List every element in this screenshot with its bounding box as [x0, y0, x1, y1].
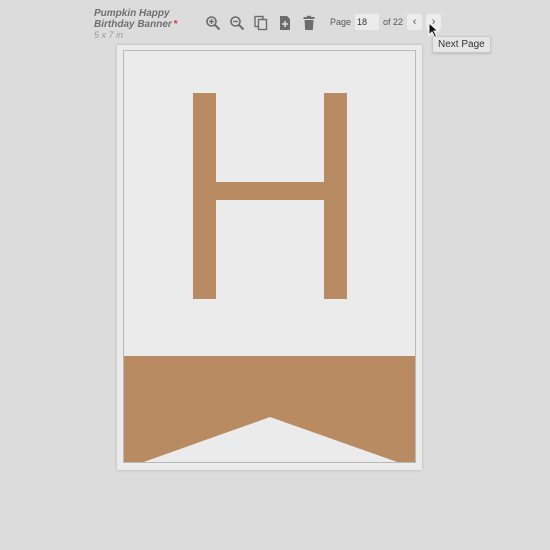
document-title-text: Pumpkin Happy Birthday Banner	[94, 8, 172, 30]
add-page-button[interactable]	[274, 12, 296, 34]
next-page-tooltip: Next Page	[432, 36, 491, 53]
duplicate-icon	[254, 15, 268, 31]
banner-pennant-tail	[124, 356, 415, 462]
unsaved-indicator: *	[173, 19, 178, 30]
trash-icon	[303, 15, 315, 30]
editor-root: Pumpkin Happy Birthday Banner* 5 x 7 in	[0, 0, 550, 550]
banner-page[interactable]: H	[117, 45, 422, 470]
document-size: 5 x 7 in	[94, 30, 124, 40]
delete-page-button[interactable]	[298, 12, 320, 34]
zoom-out-icon	[230, 16, 245, 31]
page-navigator: Page of 22 ‹ ›	[330, 13, 442, 31]
letter-left-stem	[193, 93, 216, 299]
chevron-left-icon: ‹	[412, 16, 417, 28]
zoom-out-button[interactable]	[226, 12, 248, 34]
banner-artwork[interactable]: H	[124, 51, 416, 463]
document-info: Pumpkin Happy Birthday Banner * 5 x 7 in	[94, 8, 194, 41]
add-page-icon	[280, 16, 290, 30]
document-title[interactable]: Pumpkin Happy Birthday Banner *	[94, 8, 194, 30]
page-trim-border: H	[123, 50, 416, 463]
page-total-label: of 22	[383, 17, 404, 27]
toolbar	[202, 12, 322, 34]
previous-page-button[interactable]: ‹	[407, 14, 423, 30]
zoom-in-icon	[206, 16, 221, 31]
duplicate-page-button[interactable]	[250, 12, 272, 34]
letter-right-stem	[324, 93, 347, 299]
zoom-in-button[interactable]	[202, 12, 224, 34]
letter-crossbar	[216, 182, 324, 200]
banner-letter-text: H	[270, 90, 271, 92]
page-label: Page	[330, 17, 352, 27]
page-number-input[interactable]	[355, 14, 380, 30]
